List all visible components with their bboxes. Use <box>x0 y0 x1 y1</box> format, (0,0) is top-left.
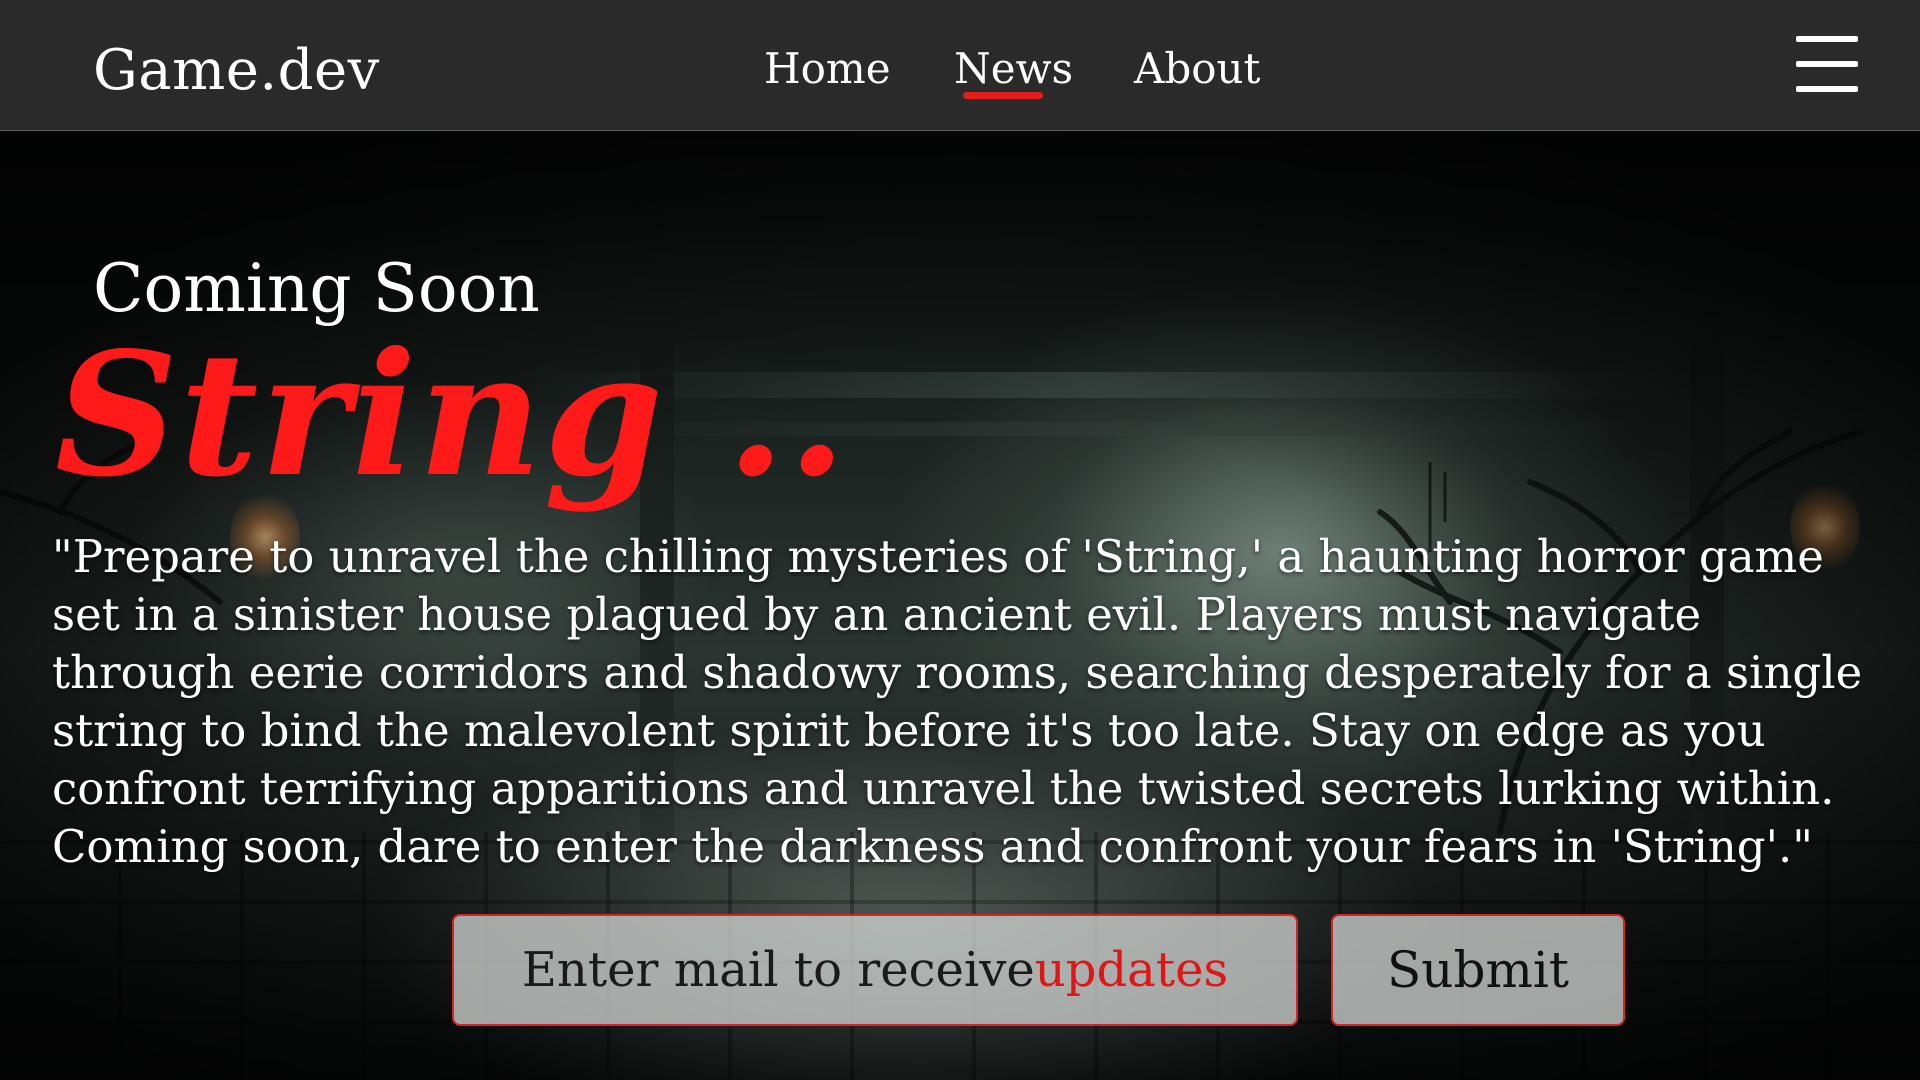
email-placeholder-text: Enter mail to receive <box>521 942 1035 998</box>
hamburger-menu-button[interactable] <box>1796 36 1858 92</box>
top-navbar: Game.dev Home News About <box>0 0 1920 131</box>
nav-link-about[interactable]: About <box>1134 44 1260 93</box>
active-nav-indicator <box>963 92 1043 99</box>
nav-link-home[interactable]: Home <box>764 44 891 93</box>
email-placeholder-accent: updates <box>1034 942 1229 998</box>
hamburger-menu-icon <box>1796 86 1858 92</box>
game-description: "Prepare to unravel the chilling mysteri… <box>52 530 1863 873</box>
main-nav: Home News About <box>0 44 1920 104</box>
submit-button[interactable]: Submit <box>1331 914 1625 1026</box>
nav-link-news[interactable]: News <box>954 44 1073 93</box>
hamburger-menu-icon <box>1796 61 1858 67</box>
page: Game.dev Home News About Coming Soon Str… <box>0 0 1920 1080</box>
game-title: String .. <box>55 315 849 515</box>
hamburger-menu-icon <box>1796 36 1858 42</box>
email-input[interactable]: Enter mail to receive updates <box>452 914 1298 1026</box>
